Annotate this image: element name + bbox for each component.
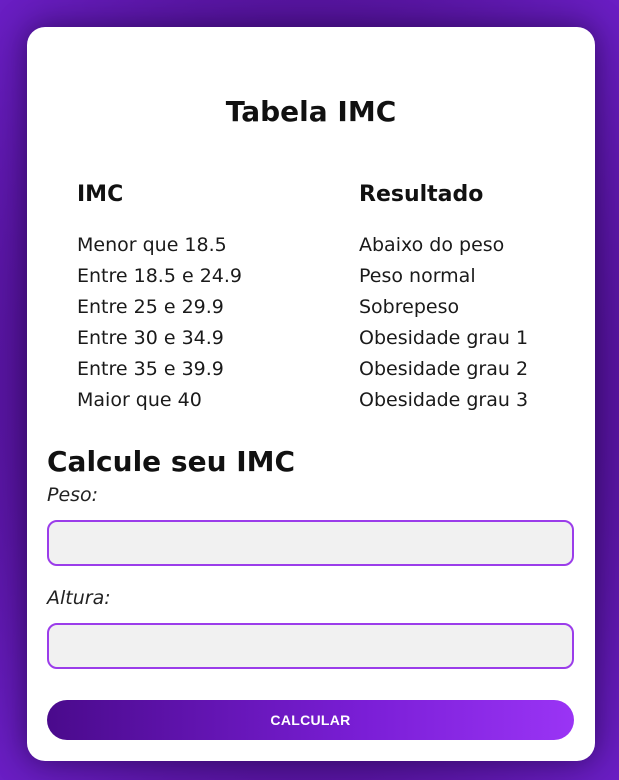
height-input[interactable] xyxy=(47,623,574,669)
weight-label: Peso: xyxy=(47,484,99,506)
table-row-imc: Menor que 18.5 xyxy=(77,234,227,256)
result-list: Abaixo do peso Peso normal Sobrepeso Obe… xyxy=(359,230,528,416)
column-header-result: Resultado xyxy=(359,182,484,207)
table-row-imc: Entre 25 e 29.9 xyxy=(77,296,224,318)
table-row-imc: Entre 18.5 e 24.9 xyxy=(77,265,242,287)
table-row-imc: Entre 35 e 39.9 xyxy=(77,358,224,380)
calculator-title: Calcule seu IMC xyxy=(47,445,296,478)
weight-input[interactable] xyxy=(47,520,574,566)
table-row-imc: Maior que 40 xyxy=(77,389,202,411)
column-header-imc: IMC xyxy=(77,182,124,207)
table-row-result: Obesidade grau 3 xyxy=(359,389,529,411)
imc-range-list: Menor que 18.5 Entre 18.5 e 24.9 Entre 2… xyxy=(77,230,242,416)
table-row-result: Peso normal xyxy=(359,265,476,287)
table-row-imc: Entre 30 e 34.9 xyxy=(77,327,224,349)
height-label: Altura: xyxy=(47,587,111,609)
table-row-result: Obesidade grau 2 xyxy=(359,358,529,380)
imc-card: Tabela IMC IMC Resultado Menor que 18.5 … xyxy=(27,27,595,761)
table-title: Tabela IMC xyxy=(225,95,397,128)
table-row-result: Sobrepeso xyxy=(359,296,460,318)
table-row-result: Obesidade grau 1 xyxy=(359,327,529,349)
calculate-button[interactable]: CALCULAR xyxy=(47,700,574,740)
table-row-result: Abaixo do peso xyxy=(359,234,505,256)
